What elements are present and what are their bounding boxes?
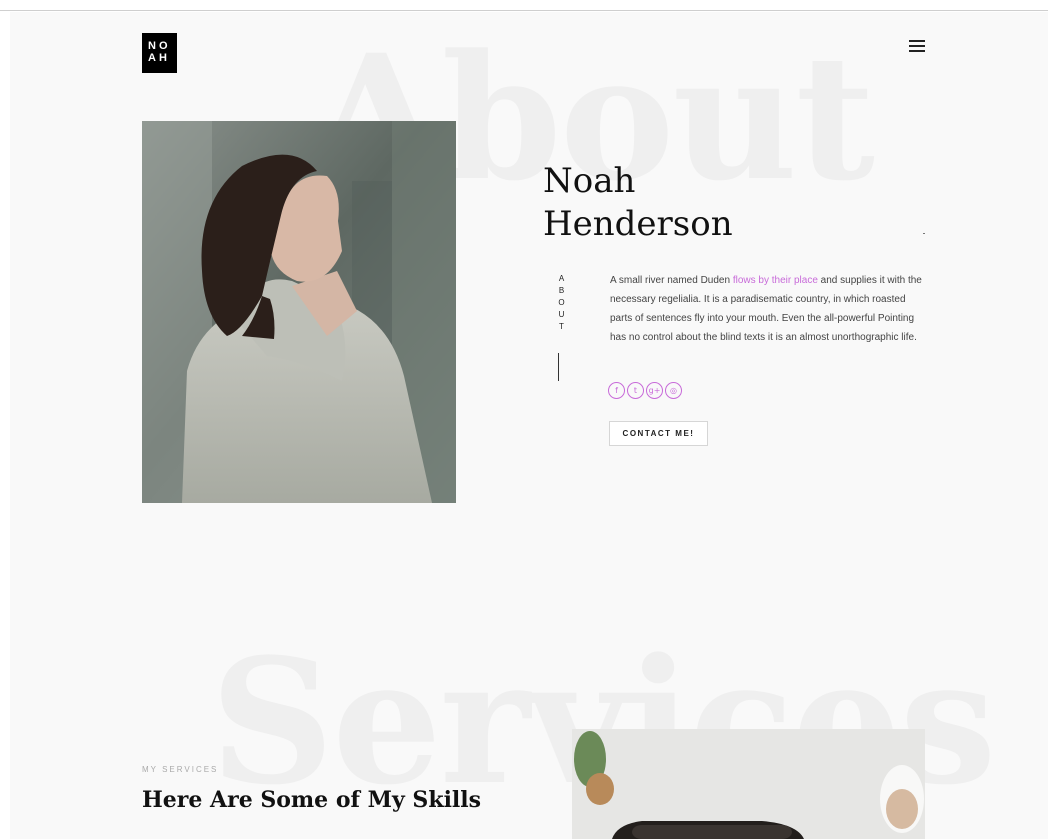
- instagram-icon[interactable]: ◎: [665, 382, 682, 399]
- contact-button[interactable]: CONTACT ME!: [609, 421, 708, 446]
- name-last: Henderson: [543, 204, 733, 244]
- social-links: f t g+ ◎: [608, 382, 682, 400]
- twitter-icon[interactable]: t: [627, 382, 644, 399]
- bio-text-start: A small river named Duden: [610, 275, 733, 286]
- site-logo[interactable]: NO AH: [142, 33, 177, 73]
- services-heading: Here Are Some of My Skills: [142, 787, 482, 813]
- profile-photo: [142, 121, 456, 503]
- browser-top-edge: [0, 0, 1048, 11]
- page: About Services NO AH Noah Henderson ABOU…: [10, 12, 1048, 839]
- menu-icon[interactable]: [909, 40, 926, 54]
- logo-line-1: NO: [148, 40, 171, 52]
- services-eyebrow: MY SERVICES: [142, 765, 219, 774]
- logo-line-2: AH: [148, 52, 170, 64]
- google-plus-icon[interactable]: g+: [646, 382, 663, 399]
- about-divider-line: [558, 353, 559, 381]
- bio-link[interactable]: flows by their place: [733, 275, 818, 286]
- name-first: Noah: [543, 161, 636, 201]
- profile-name: Noah Henderson: [543, 160, 793, 246]
- decorative-dot: [923, 233, 925, 234]
- facebook-icon[interactable]: f: [608, 382, 625, 399]
- services-photo: [572, 729, 925, 839]
- about-section-label: ABOUT: [557, 274, 566, 334]
- about-bio: A small river named Duden flows by their…: [610, 271, 928, 347]
